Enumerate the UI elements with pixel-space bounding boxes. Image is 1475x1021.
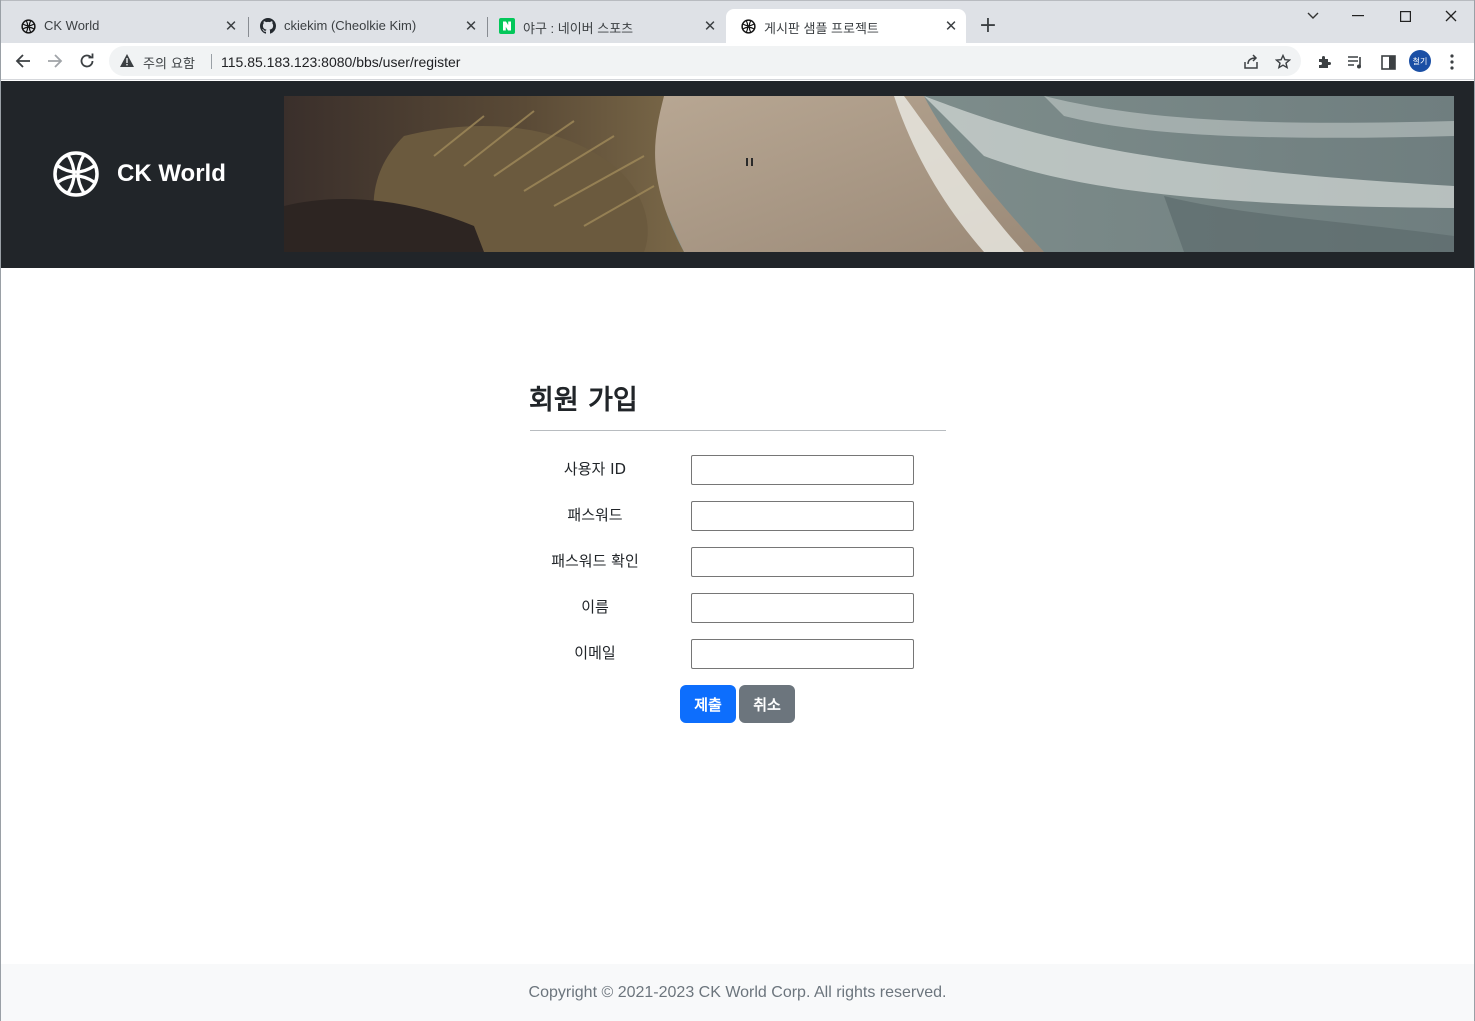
site-header: CK World bbox=[1, 81, 1474, 268]
browser-tab-active[interactable]: 게시판 샘플 프로젝트 ✕ bbox=[726, 9, 966, 44]
globe-icon bbox=[53, 151, 99, 197]
browser-tab-github[interactable]: ckiekim (Cheolkie Kim) ✕ bbox=[246, 9, 486, 44]
header-banner-image bbox=[284, 96, 1454, 252]
password-label: 패스워드 bbox=[567, 506, 623, 524]
back-arrow-icon[interactable] bbox=[11, 49, 35, 73]
name-label: 이름 bbox=[581, 598, 609, 616]
warning-triangle-icon[interactable] bbox=[119, 53, 135, 69]
tab-close-icon[interactable]: ✕ bbox=[701, 17, 719, 35]
browser-tab-ckworld[interactable]: CK World ✕ bbox=[6, 9, 246, 44]
tab-title: ckiekim (Cheolkie Kim) bbox=[284, 18, 417, 33]
side-panel-icon[interactable] bbox=[1378, 52, 1398, 72]
forward-arrow-icon[interactable] bbox=[43, 49, 67, 73]
share-icon[interactable] bbox=[1242, 53, 1260, 71]
submit-button[interactable]: 제출 bbox=[680, 685, 736, 723]
tab-title: CK World bbox=[44, 18, 100, 33]
brand-name: CK World bbox=[117, 160, 226, 187]
ckworld-globe-icon bbox=[20, 18, 36, 34]
security-warning-label[interactable]: 주의 요함 bbox=[143, 53, 195, 72]
extensions-puzzle-icon[interactable] bbox=[1314, 52, 1334, 72]
more-menu-icon[interactable] bbox=[1442, 52, 1462, 72]
naver-icon bbox=[499, 18, 515, 34]
user-id-input[interactable] bbox=[691, 455, 914, 485]
email-input[interactable] bbox=[691, 639, 914, 669]
maximize-icon[interactable] bbox=[1385, 5, 1425, 27]
brand-link[interactable]: CK World bbox=[24, 143, 268, 205]
page-title: 회원 가입 bbox=[529, 385, 638, 416]
browser-toolbar: 주의 요함 115.85.183.123:8080/bbs/user/regis… bbox=[0, 43, 1475, 80]
tab-close-icon[interactable]: ✕ bbox=[222, 17, 240, 35]
tab-close-icon[interactable]: ✕ bbox=[942, 17, 960, 35]
user-id-label: 사용자 ID bbox=[563, 460, 627, 478]
tab-search-chevron-icon[interactable] bbox=[1293, 5, 1333, 27]
profile-avatar[interactable]: 철기 bbox=[1409, 50, 1431, 72]
github-icon bbox=[260, 18, 276, 34]
new-tab-button[interactable]: + bbox=[977, 15, 999, 37]
email-label: 이메일 bbox=[574, 644, 616, 662]
window-border-left bbox=[0, 0, 1, 1021]
tab-title: 야구 : 네이버 스포츠 bbox=[523, 21, 634, 36]
close-window-icon[interactable] bbox=[1431, 5, 1471, 27]
tab-title: 게시판 샘플 프로젝트 bbox=[764, 21, 879, 36]
cancel-button[interactable]: 취소 bbox=[739, 685, 795, 723]
address-bar[interactable]: 주의 요함 115.85.183.123:8080/bbs/user/regis… bbox=[109, 46, 1301, 76]
minimize-icon[interactable] bbox=[1338, 5, 1378, 27]
browser-tabstrip: CK World ✕ ckiekim (Cheolkie Kim) ✕ 야구 :… bbox=[0, 0, 1475, 44]
ckworld-globe-icon bbox=[740, 18, 756, 34]
reload-icon[interactable] bbox=[75, 49, 99, 73]
url-text[interactable]: 115.85.183.123:8080/bbs/user/register bbox=[221, 54, 460, 70]
browser-tab-naver[interactable]: 야구 : 네이버 스포츠 ✕ bbox=[485, 9, 725, 44]
omnibox-divider bbox=[211, 54, 212, 69]
password-input[interactable] bbox=[691, 501, 914, 531]
copyright-text: Copyright © 2021-2023 CK World Corp. All… bbox=[528, 984, 947, 1001]
bookmark-star-icon[interactable] bbox=[1274, 53, 1292, 71]
site-footer: Copyright © 2021-2023 CK World Corp. All… bbox=[1, 964, 1474, 1021]
media-control-icon[interactable] bbox=[1345, 52, 1365, 72]
password-confirm-label: 패스워드 확인 bbox=[551, 552, 639, 570]
tab-close-icon[interactable]: ✕ bbox=[462, 17, 480, 35]
name-input[interactable] bbox=[691, 593, 914, 623]
password-confirm-input[interactable] bbox=[691, 547, 914, 577]
title-divider bbox=[530, 430, 946, 431]
